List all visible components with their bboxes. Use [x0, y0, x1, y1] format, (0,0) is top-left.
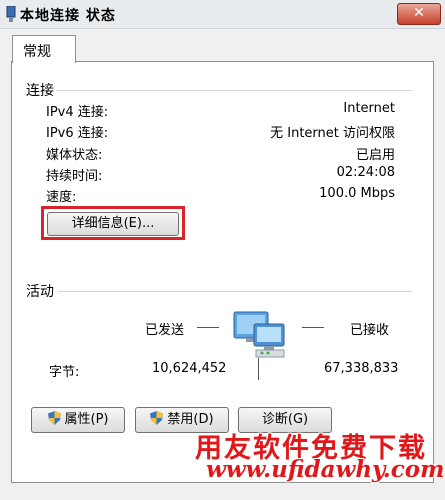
network-computers-icon [233, 311, 285, 358]
bytes-sent: 10,624,452 [152, 361, 227, 376]
ipv4-value: Internet [343, 101, 395, 116]
uac-shield-icon [150, 411, 164, 425]
media-state-label: 媒体状态: [46, 148, 103, 163]
connection-heading: 连接 [26, 83, 54, 99]
connection-divider [56, 90, 412, 91]
ipv6-label: IPv6 连接: [46, 126, 109, 141]
details-button[interactable]: 详细信息(E)... [47, 212, 179, 236]
tab-general[interactable]: 常规 [12, 35, 76, 63]
properties-label: 属性(P) [64, 412, 109, 427]
speed-label: 速度: [46, 190, 77, 205]
activity-heading: 活动 [26, 284, 54, 300]
ipv4-label: IPv4 连接: [46, 105, 109, 120]
bytes-received: 67,338,833 [324, 361, 399, 376]
duration-value: 02:24:08 [336, 165, 395, 180]
media-state-value: 已启用 [355, 148, 395, 163]
watermark-url: www.ufidawhy.com [206, 456, 445, 483]
sent-dash [197, 327, 219, 328]
network-adapter-icon [6, 6, 16, 22]
properties-button[interactable]: 属性(P) [31, 407, 125, 433]
disable-label: 禁用(D) [167, 412, 214, 427]
activity-separator [258, 358, 259, 380]
ipv6-value: 无 Internet 访问权限 [270, 126, 395, 141]
close-button[interactable]: ✕ [397, 3, 441, 25]
uac-shield-icon [47, 411, 61, 425]
received-dash [302, 327, 324, 328]
speed-value: 100.0 Mbps [319, 186, 395, 201]
tab-general-label: 常规 [23, 44, 51, 60]
duration-label: 持续时间: [46, 169, 103, 184]
received-label: 已接收 [350, 323, 390, 338]
bytes-label: 字节: [49, 365, 80, 380]
title-bar: 本地连接 状态 ✕ [0, 0, 445, 29]
window-title: 本地连接 状态 [20, 8, 116, 24]
activity-divider [58, 291, 412, 292]
sent-label: 已发送 [145, 323, 185, 338]
